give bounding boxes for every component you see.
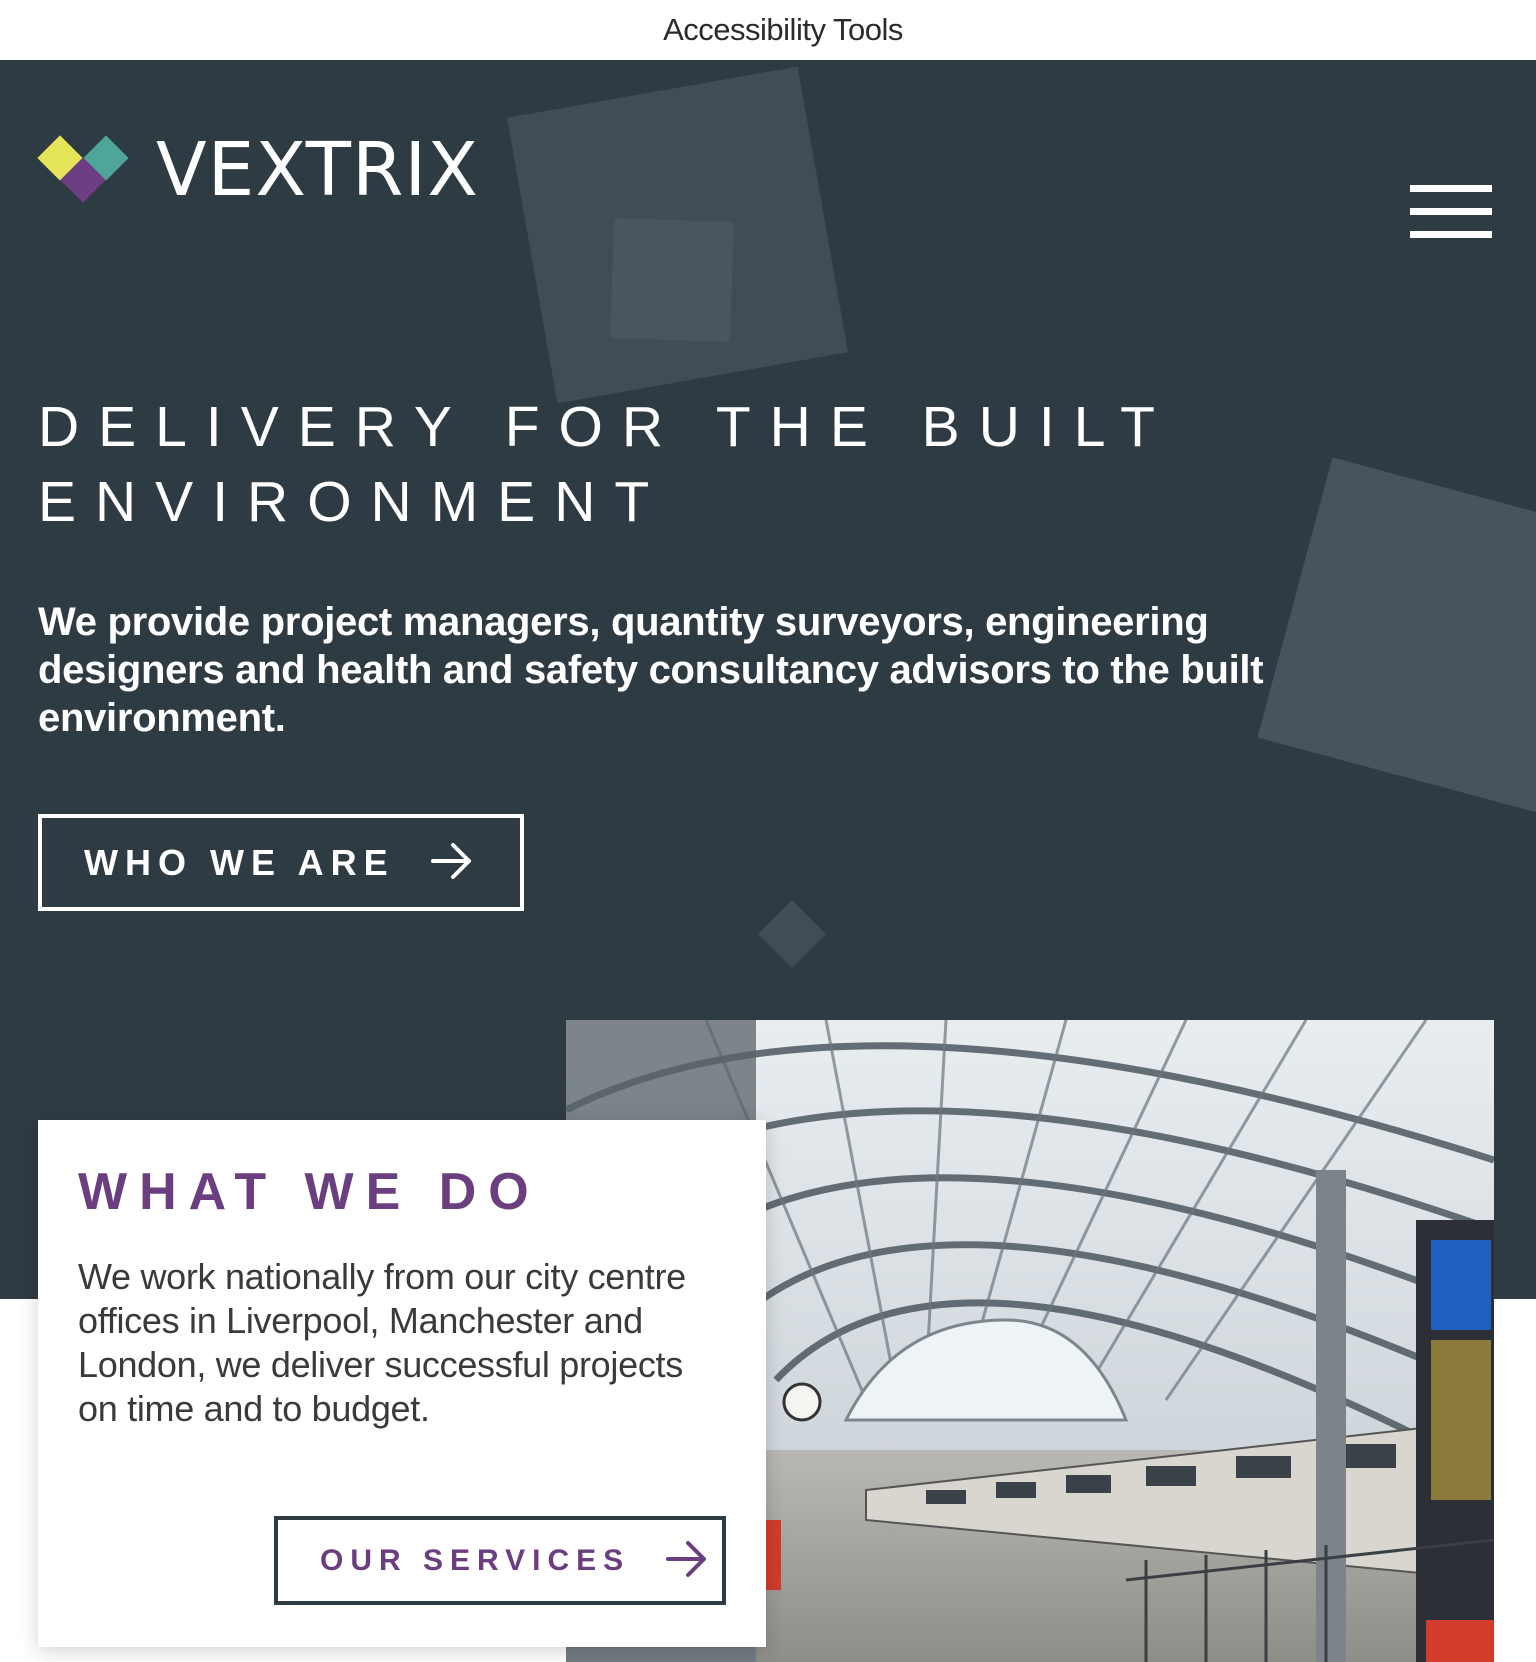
who-we-are-button[interactable]: WHO WE ARE	[38, 814, 524, 911]
brand-name: VEXTRIX	[156, 127, 479, 213]
logo-icon	[36, 134, 132, 206]
hero-headline-line1: DELIVERY FOR THE BUILT	[38, 395, 1174, 459]
who-we-are-label: WHO WE ARE	[84, 841, 395, 883]
our-services-button[interactable]: OUR SERVICES	[274, 1516, 726, 1605]
arrow-right-icon	[666, 1539, 708, 1583]
hero-headline-line2: ENVIRONMENT	[38, 470, 669, 534]
what-we-do-card: WHAT WE DO We work nationally from our c…	[38, 1120, 766, 1647]
hero-lead-text: We provide project managers, quantity su…	[38, 600, 1264, 740]
arrow-right-icon	[430, 841, 473, 885]
what-we-do-text: We work nationally from our city centre …	[78, 1256, 686, 1429]
decorative-square	[609, 217, 735, 343]
accessibility-tools-link[interactable]: Accessibility Tools	[633, 12, 903, 48]
what-we-do-title: WHAT WE DO	[78, 1163, 541, 1221]
brand-logo[interactable]: VEXTRIX	[36, 120, 479, 220]
accessibility-bar: Accessibility Tools	[0, 0, 1536, 60]
hero-headline: DELIVERY FOR THE BUILT ENVIRONMENT	[38, 390, 1188, 540]
our-services-label: OUR SERVICES	[320, 1543, 631, 1577]
hamburger-icon[interactable]	[1410, 185, 1492, 241]
decorative-diamond	[758, 900, 826, 968]
